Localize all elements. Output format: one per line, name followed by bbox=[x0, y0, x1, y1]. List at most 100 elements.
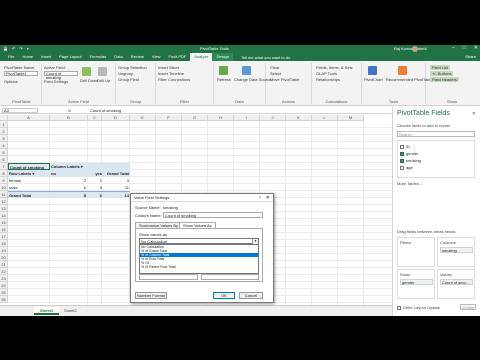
row-header[interactable]: 15 bbox=[0, 219, 8, 226]
tab-design[interactable]: Design bbox=[212, 53, 233, 61]
pivot-cell[interactable]: 2 bbox=[50, 177, 88, 184]
show-values-as-list[interactable]: No Calculation % of Grand Total % of Col… bbox=[139, 244, 259, 274]
tab-data[interactable]: Data bbox=[110, 53, 126, 61]
column-header[interactable]: K bbox=[286, 115, 312, 121]
row-header[interactable]: 11 bbox=[0, 191, 8, 198]
update-button[interactable]: Update bbox=[460, 304, 476, 310]
row-header[interactable]: 23 bbox=[0, 275, 8, 282]
group-field-button[interactable]: Group Field bbox=[118, 77, 139, 82]
pivot-cell[interactable]: 3 bbox=[102, 177, 130, 184]
row-header[interactable]: 26 bbox=[0, 296, 8, 303]
more-tables-link[interactable]: More Tables... bbox=[397, 181, 422, 186]
filters-area[interactable]: Filters bbox=[397, 237, 435, 267]
base-field-list[interactable] bbox=[139, 274, 198, 280]
checkbox[interactable] bbox=[400, 165, 404, 170]
pivot-cell[interactable]: 11 bbox=[102, 184, 130, 191]
base-item-list[interactable] bbox=[200, 274, 259, 280]
row-header[interactable]: 4 bbox=[0, 142, 8, 149]
pivot-cell[interactable]: 5 bbox=[88, 184, 102, 191]
tab-file[interactable]: File bbox=[4, 53, 18, 61]
column-header[interactable]: E bbox=[130, 115, 156, 121]
drill-up-icon[interactable] bbox=[98, 67, 107, 76]
sheet-tab-sheet2[interactable]: Sheet2 bbox=[58, 307, 83, 315]
field-item[interactable]: age bbox=[400, 165, 413, 170]
user-name[interactable]: Raj Kumar Subedi bbox=[394, 46, 426, 51]
undo-icon[interactable]: ↶ bbox=[12, 46, 15, 51]
customize-qat-icon[interactable]: ▾ bbox=[27, 46, 29, 51]
ok-button[interactable]: OK bbox=[213, 292, 235, 299]
column-header[interactable]: J bbox=[260, 115, 286, 121]
pivot-cell[interactable]: 1 bbox=[88, 177, 102, 184]
pivot-total-cell[interactable]: 14 bbox=[102, 191, 130, 198]
cancel-button[interactable]: Cancel bbox=[239, 292, 263, 299]
column-labels-filter-icon[interactable]: ▾ bbox=[81, 164, 83, 169]
row-header[interactable]: 14 bbox=[0, 212, 8, 219]
field-item[interactable]: ✓ gender bbox=[400, 151, 418, 156]
column-header[interactable]: B bbox=[50, 115, 88, 121]
tab-home[interactable]: Home bbox=[18, 53, 37, 61]
row-header[interactable]: 10 bbox=[0, 184, 8, 191]
buttons-toggle[interactable]: +/- Buttons bbox=[430, 71, 454, 76]
row-header[interactable]: 3 bbox=[0, 135, 8, 142]
insert-timeline-button[interactable]: Insert Timeline bbox=[158, 71, 184, 76]
pivot-cell[interactable]: 6 bbox=[50, 184, 88, 191]
column-header[interactable]: F bbox=[156, 115, 182, 121]
change-data-source-icon[interactable] bbox=[242, 66, 251, 75]
filter-connections-button[interactable]: Filter Connections bbox=[158, 77, 190, 82]
checkbox[interactable] bbox=[397, 305, 401, 310]
custom-name-input[interactable]: Count of smoking bbox=[163, 212, 263, 218]
checkbox-checked[interactable]: ✓ bbox=[400, 158, 404, 163]
row-header[interactable]: 25 bbox=[0, 289, 8, 296]
drill-down-icon[interactable] bbox=[82, 67, 91, 76]
field-list-toggle[interactable]: Field List bbox=[430, 65, 451, 70]
field-headers-toggle[interactable]: Field Headers bbox=[430, 77, 459, 82]
tab-formulas[interactable]: Formulas bbox=[86, 53, 111, 61]
pivot-value-header[interactable]: Count of smoking bbox=[8, 163, 50, 170]
row-header[interactable]: 16 bbox=[0, 226, 8, 233]
field-settings-button[interactable]: Field Settings bbox=[44, 79, 68, 84]
minimize-button[interactable]: – bbox=[452, 45, 455, 51]
values-field-chip[interactable]: Count of smo... bbox=[440, 279, 473, 285]
field-search-input[interactable]: Search bbox=[397, 131, 475, 137]
row-labels-filter-icon[interactable]: ▾ bbox=[32, 171, 34, 176]
olap-tools-button[interactable]: OLAP Tools bbox=[316, 71, 337, 76]
row-header[interactable]: 2 bbox=[0, 128, 8, 135]
row-header[interactable]: 22 bbox=[0, 268, 8, 275]
avatar[interactable] bbox=[412, 46, 418, 52]
tab-page-layout[interactable]: Page Layout bbox=[55, 53, 85, 61]
move-pivottable-button[interactable]: Move PivotTable bbox=[270, 77, 299, 82]
pivotchart-icon[interactable] bbox=[368, 66, 377, 75]
row-header[interactable]: 1 bbox=[0, 121, 8, 128]
column-header[interactable]: I bbox=[234, 115, 260, 121]
column-header[interactable]: H bbox=[208, 115, 234, 121]
row-header[interactable]: 13 bbox=[0, 205, 8, 212]
sheet-tab-sheet1[interactable]: Sheet1 bbox=[34, 307, 60, 315]
row-header[interactable]: 18 bbox=[0, 240, 8, 247]
pivot-column-labels[interactable]: Column Labels ▾ bbox=[50, 163, 88, 170]
name-box[interactable]: A3 bbox=[2, 108, 38, 113]
tab-analyze[interactable]: Analyze bbox=[190, 53, 213, 61]
row-header[interactable]: 7 bbox=[0, 163, 8, 170]
column-header[interactable]: M bbox=[338, 115, 364, 121]
row-header[interactable]: 17 bbox=[0, 233, 8, 240]
defer-layout-update[interactable]: Defer Layout Update bbox=[397, 305, 440, 310]
close-icon[interactable]: ✕ bbox=[472, 111, 476, 117]
column-header[interactable]: D bbox=[102, 115, 130, 121]
formula-input[interactable]: Count of smoking bbox=[90, 108, 121, 113]
rows-area[interactable]: Rows gender bbox=[397, 269, 435, 299]
pivot-grand-total-label[interactable]: Grand Total bbox=[8, 191, 50, 198]
number-format-button[interactable]: Number Format bbox=[135, 292, 167, 299]
fx-icon[interactable]: fx bbox=[68, 108, 71, 113]
checkbox[interactable] bbox=[400, 144, 404, 149]
row-header[interactable]: 6 bbox=[0, 156, 8, 163]
row-header[interactable]: 8 bbox=[0, 170, 8, 177]
tab-review[interactable]: Review bbox=[127, 53, 148, 61]
share-button[interactable]: Share bbox=[465, 53, 476, 61]
pivot-name-input[interactable]: PivotTable1 bbox=[4, 71, 38, 76]
tab-insert[interactable]: Insert bbox=[37, 53, 55, 61]
column-header[interactable]: A bbox=[8, 115, 50, 121]
tab-foxit-pdf[interactable]: Foxit PDF bbox=[164, 53, 190, 61]
recommended-pivottables-icon[interactable] bbox=[398, 66, 407, 75]
tell-me-box[interactable]: Tell me what you want to do bbox=[241, 55, 290, 60]
refresh-icon[interactable] bbox=[219, 66, 228, 75]
